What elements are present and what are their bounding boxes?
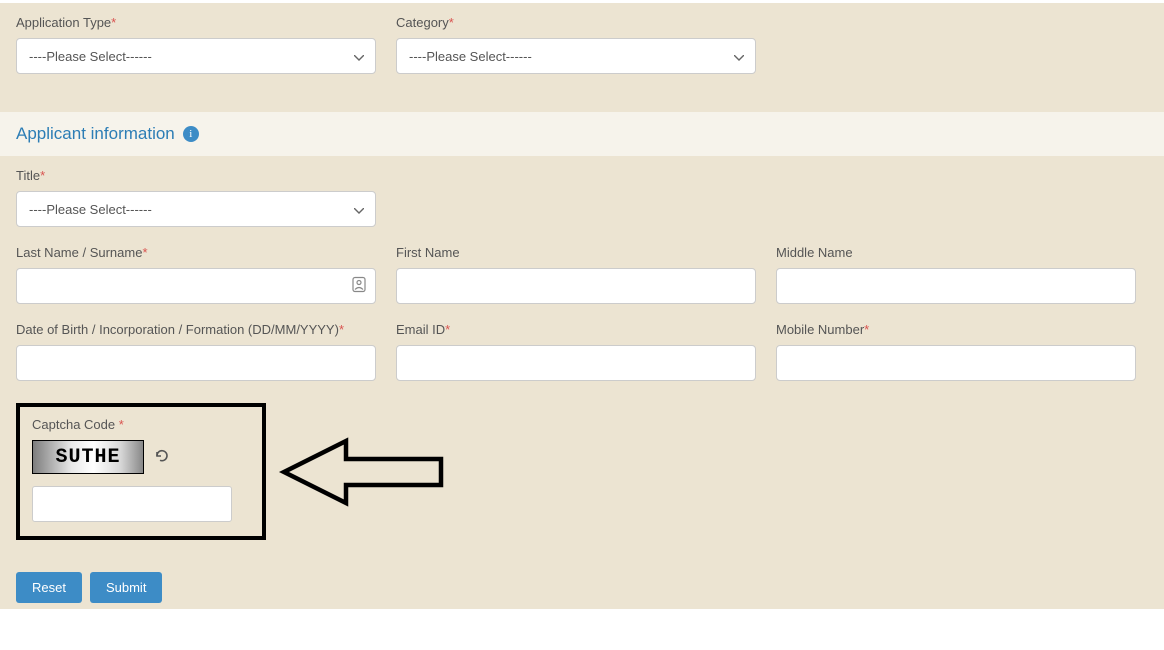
title-label: Title* xyxy=(16,168,376,183)
title-select[interactable]: ----Please Select------ xyxy=(16,191,376,227)
dob-input[interactable] xyxy=(16,345,376,381)
required-star: * xyxy=(339,322,344,337)
mobile-group: Mobile Number* xyxy=(776,322,1136,381)
required-star: * xyxy=(111,15,116,30)
application-type-section: Application Type* ----Please Select-----… xyxy=(0,3,1164,112)
label-text: Title xyxy=(16,168,40,183)
captcha-image: SUTHE xyxy=(32,440,144,474)
required-star: * xyxy=(119,417,124,432)
category-group: Category* ----Please Select------ xyxy=(396,15,756,74)
label-text: Middle Name xyxy=(776,245,853,260)
application-type-select[interactable]: ----Please Select------ xyxy=(16,38,376,74)
label-text: First Name xyxy=(396,245,460,260)
category-select[interactable]: ----Please Select------ xyxy=(396,38,756,74)
captcha-box: Captcha Code * SUTHE xyxy=(16,403,266,540)
firstname-input[interactable] xyxy=(396,268,756,304)
mobile-label: Mobile Number* xyxy=(776,322,1136,337)
refresh-icon[interactable] xyxy=(154,448,170,467)
firstname-label: First Name xyxy=(396,245,756,260)
captcha-container: Captcha Code * SUTHE xyxy=(16,399,1148,540)
lastname-group: Last Name / Surname* xyxy=(16,245,376,304)
label-text: Captcha Code xyxy=(32,417,119,432)
applicant-section: Title* ----Please Select------ Last Name… xyxy=(0,156,1164,560)
section-title: Applicant information xyxy=(16,124,175,144)
info-icon[interactable]: i xyxy=(183,126,199,142)
middlename-input[interactable] xyxy=(776,268,1136,304)
annotation-arrow-icon xyxy=(276,437,446,507)
captcha-label: Captcha Code * xyxy=(32,417,250,432)
category-label: Category* xyxy=(396,15,756,30)
application-type-group: Application Type* ----Please Select-----… xyxy=(16,15,376,74)
email-input[interactable] xyxy=(396,345,756,381)
middlename-group: Middle Name xyxy=(776,245,1136,304)
label-text: Last Name / Surname xyxy=(16,245,142,260)
label-text: Mobile Number xyxy=(776,322,864,337)
firstname-group: First Name xyxy=(396,245,756,304)
required-star: * xyxy=(445,322,450,337)
label-text: Date of Birth / Incorporation / Formatio… xyxy=(16,322,339,337)
submit-button[interactable]: Submit xyxy=(90,572,162,603)
label-text: Email ID xyxy=(396,322,445,337)
required-star: * xyxy=(40,168,45,183)
middlename-label: Middle Name xyxy=(776,245,1136,260)
label-text: Application Type xyxy=(16,15,111,30)
captcha-text: SUTHE xyxy=(55,446,120,469)
contact-icon xyxy=(352,277,366,296)
captcha-input[interactable] xyxy=(32,486,232,522)
email-label: Email ID* xyxy=(396,322,756,337)
required-star: * xyxy=(449,15,454,30)
dob-group: Date of Birth / Incorporation / Formatio… xyxy=(16,322,376,381)
applicant-info-header: Applicant information i xyxy=(0,112,1164,156)
lastname-input[interactable] xyxy=(16,268,376,304)
required-star: * xyxy=(142,245,147,260)
email-group: Email ID* xyxy=(396,322,756,381)
title-group: Title* ----Please Select------ xyxy=(16,168,376,227)
lastname-label: Last Name / Surname* xyxy=(16,245,376,260)
label-text: Category xyxy=(396,15,449,30)
mobile-input[interactable] xyxy=(776,345,1136,381)
required-star: * xyxy=(864,322,869,337)
dob-label: Date of Birth / Incorporation / Formatio… xyxy=(16,322,376,337)
button-row: Reset Submit xyxy=(0,560,1164,609)
reset-button[interactable]: Reset xyxy=(16,572,82,603)
application-type-label: Application Type* xyxy=(16,15,376,30)
